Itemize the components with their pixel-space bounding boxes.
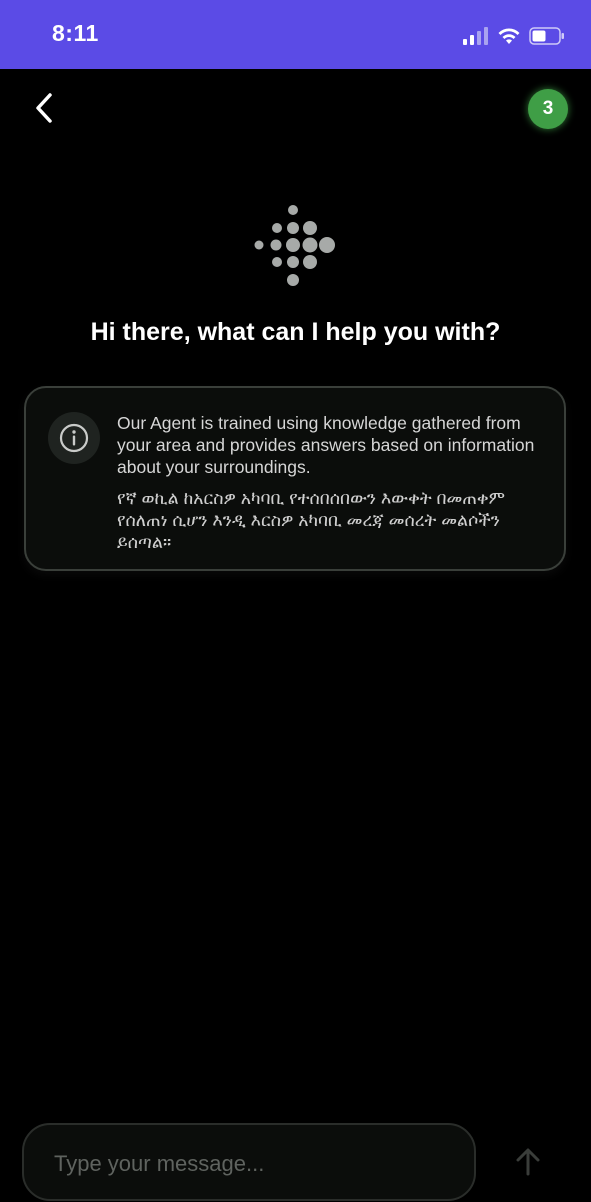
arrow-up-icon — [516, 1148, 540, 1176]
info-text-amharic: የኛ ወኪል ከአርስዎ አካባቢ የተሰበሰበውን እውቀት በመጠቀም የሰ… — [117, 488, 505, 552]
battery-icon — [529, 27, 564, 45]
info-icon — [59, 423, 89, 453]
notification-count-badge[interactable]: 3 — [528, 89, 568, 129]
greeting-title: Hi there, what can I help you with? — [90, 318, 501, 346]
back-button[interactable] — [24, 88, 64, 128]
status-icons — [463, 24, 565, 48]
cellular-signal-icon — [463, 27, 488, 45]
message-input[interactable] — [52, 1147, 456, 1181]
status-time: 8:11 — [52, 20, 99, 46]
chevron-left-icon — [36, 93, 52, 123]
dots-logo-icon — [254, 205, 335, 286]
info-icon-container — [48, 412, 100, 464]
wifi-icon — [498, 28, 520, 44]
chat-screen: 8:11 3 Hi there, what can I help you wit… — [0, 0, 591, 1202]
send-button[interactable] — [508, 1142, 548, 1182]
info-text-english: Our Agent is trained using knowledge gat… — [117, 413, 535, 477]
info-card: Our Agent is trained using knowledge gat… — [24, 386, 566, 571]
message-input-container — [22, 1123, 476, 1201]
status-bar: 8:11 — [0, 0, 591, 69]
